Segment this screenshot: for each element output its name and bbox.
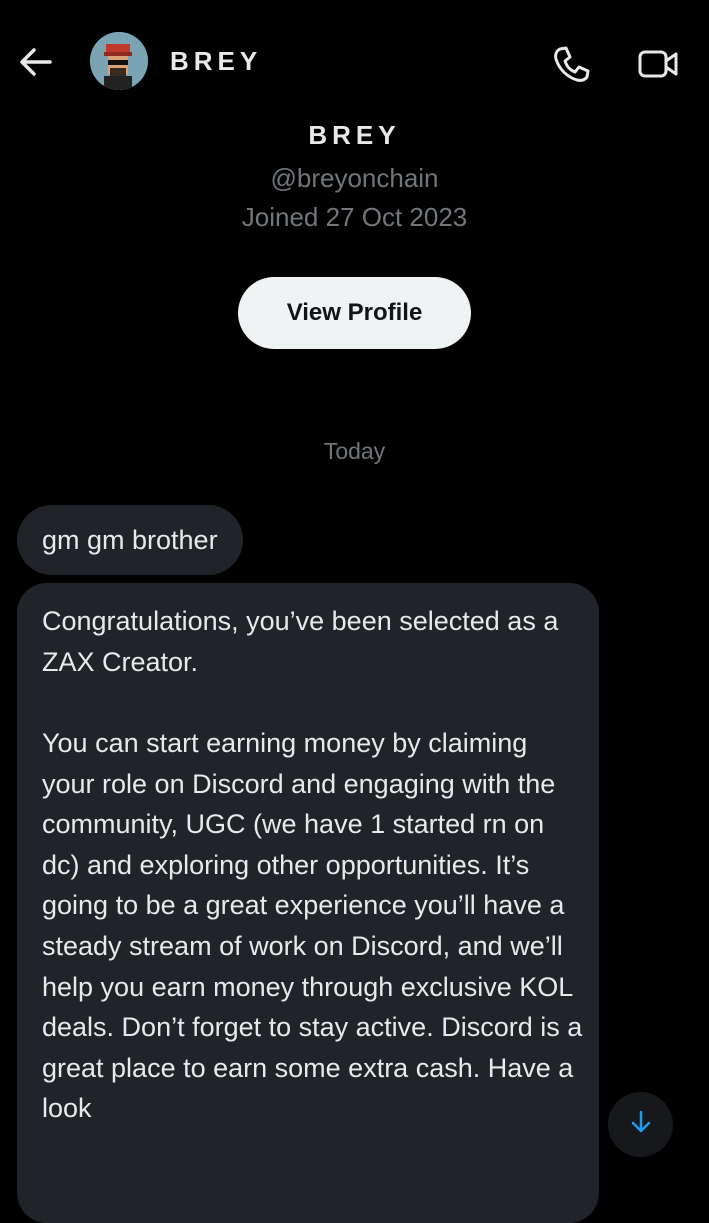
arrow-left-icon[interactable] <box>18 44 54 80</box>
joined-date: Joined 27 Oct 2023 <box>241 202 468 232</box>
header-username[interactable]: BREY <box>170 46 262 77</box>
message-bubble[interactable]: gm gm brother <box>17 505 243 575</box>
message-paragraph: You can start earning money by claiming … <box>42 728 583 1124</box>
arrow-down-icon <box>630 1109 652 1140</box>
view-profile-button[interactable]: View Profile <box>238 277 471 349</box>
video-camera-icon[interactable] <box>636 44 680 84</box>
conversation-header: BREY <box>0 0 709 120</box>
avatar[interactable] <box>90 32 148 90</box>
message-bubble[interactable]: Congratulations, you’ve been selected as… <box>17 583 599 1223</box>
profile-handle: @breyonchain <box>270 163 439 193</box>
message-text: gm gm brother <box>42 524 218 555</box>
profile-name: BREY <box>308 120 401 150</box>
scroll-to-bottom-button[interactable] <box>608 1092 673 1157</box>
date-separator: Today <box>323 438 386 464</box>
phone-icon[interactable] <box>552 44 592 84</box>
message-paragraph: Congratulations, you’ve been selected as… <box>42 606 559 677</box>
